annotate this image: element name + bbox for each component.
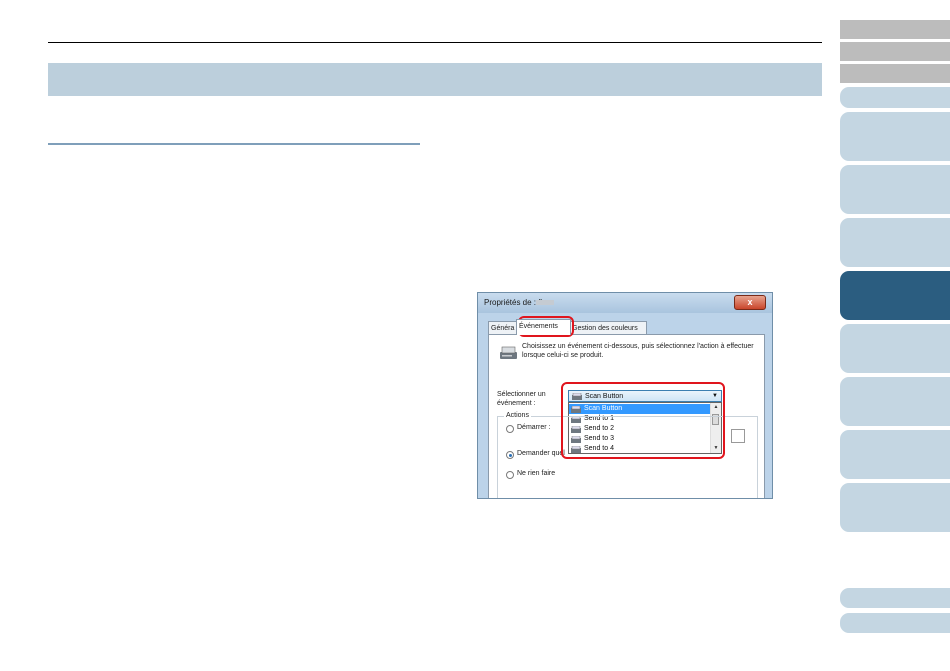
nav-tab-6[interactable] (840, 165, 950, 214)
nav-tab-4[interactable] (840, 87, 950, 108)
actions-label: Actions (504, 412, 531, 419)
section-title-bar (48, 63, 822, 96)
tab-events[interactable]: Événements (516, 319, 571, 335)
select-event-label: Sélectionner un événement : (497, 391, 546, 407)
nav-tab-7[interactable] (840, 218, 950, 267)
radio-start[interactable] (506, 425, 514, 433)
nav-tab-2[interactable] (840, 42, 950, 61)
nav-tab-active[interactable] (840, 271, 950, 320)
nav-tab-9[interactable] (840, 324, 950, 373)
scanner-icon (500, 346, 517, 359)
radio-start-label: Démarrer : (517, 424, 551, 431)
radio-none[interactable] (506, 471, 514, 479)
header-rule (48, 42, 822, 43)
nav-tab-1[interactable] (840, 20, 950, 39)
close-icon: x (747, 297, 753, 307)
nav-tab-14[interactable] (840, 613, 950, 633)
side-navigation (840, 0, 950, 671)
nav-tab-12[interactable] (840, 483, 950, 532)
browse-button[interactable] (731, 429, 745, 443)
close-button[interactable]: x (734, 295, 766, 310)
tab-color-management[interactable]: Gestion des couleurs (569, 321, 647, 335)
nav-tab-3[interactable] (840, 64, 950, 83)
dialog-titlebar: Propriétés de : fi- x (478, 293, 772, 313)
masked-model-name (536, 300, 554, 305)
radio-ask-label: Demander quel (517, 450, 565, 457)
nav-tab-13[interactable] (840, 588, 950, 608)
highlight-event-list (561, 382, 725, 459)
radio-none-label: Ne rien faire (517, 470, 556, 477)
subsection-rule (48, 143, 420, 145)
nav-tab-10[interactable] (840, 377, 950, 426)
event-description: Choisissez un événement ci-dessous, puis… (522, 343, 754, 359)
nav-tab-5[interactable] (840, 112, 950, 161)
tab-general[interactable]: Généra (488, 321, 518, 335)
nav-tab-11[interactable] (840, 430, 950, 479)
radio-ask[interactable] (506, 451, 514, 459)
